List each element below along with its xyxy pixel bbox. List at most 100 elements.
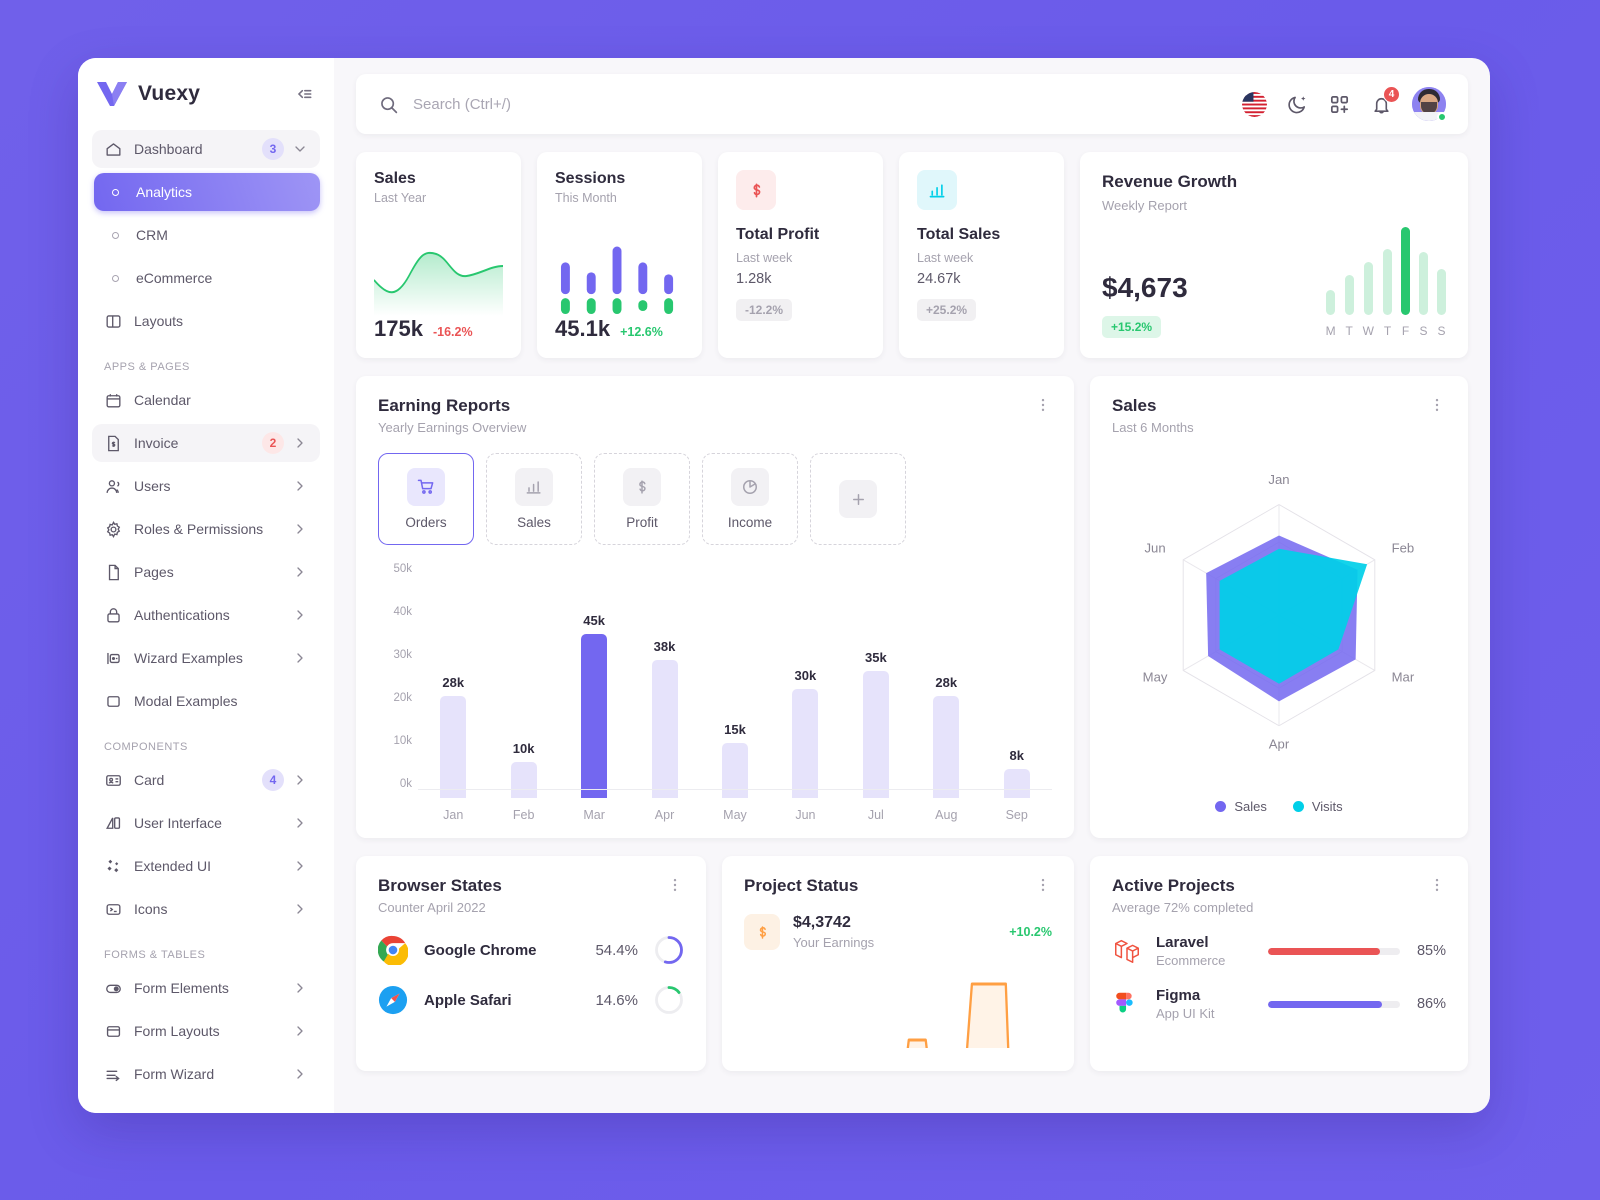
revenue-weekly-bar-chart: MTWTFSS <box>1326 213 1446 338</box>
sidebar-item-users[interactable]: Users <box>92 467 320 505</box>
collapse-sidebar-icon[interactable] <box>294 84 314 104</box>
sessions-stat-card[interactable]: Sessions This Month 45.1k +12.6% <box>537 152 702 358</box>
project-row-figma[interactable]: Figma App UI Kit 86% <box>1112 987 1446 1021</box>
users-icon <box>104 477 123 496</box>
search-icon <box>378 94 399 115</box>
sidebar-item-authentications[interactable]: Authentications <box>92 596 320 634</box>
search-container[interactable] <box>378 94 1242 115</box>
sidebar-item-wizard-examples[interactable]: Wizard Examples <box>92 639 320 677</box>
revenue-growth-card[interactable]: Revenue Growth Weekly Report $4,673 +15.… <box>1080 152 1468 358</box>
bell-icon[interactable]: 4 <box>1370 85 1400 116</box>
sidebar-item-label: Form Layouts <box>134 1023 220 1039</box>
browser-row-safari[interactable]: Apple Safari 14.6% <box>378 985 684 1015</box>
add-tab-button[interactable] <box>810 453 906 545</box>
card-title: Earning Reports <box>378 396 511 415</box>
sidebar-item-layouts[interactable]: Layouts <box>92 302 320 340</box>
tab-orders[interactable]: Orders <box>378 453 474 545</box>
stats-row: Sales Last Year 175k -16.2% Sessions Thi… <box>356 152 1468 358</box>
sidebar-item-card[interactable]: Card 4 <box>92 761 320 799</box>
tab-label: Profit <box>626 515 658 530</box>
more-vertical-icon[interactable] <box>666 876 684 894</box>
total-sales-card[interactable]: Total Sales Last week 24.67k +25.2% <box>899 152 1064 358</box>
bar-column[interactable]: 35k Jul <box>841 563 911 822</box>
project-row-laravel[interactable]: Laravel Ecommerce 85% <box>1112 934 1446 968</box>
sidebar-item-calendar[interactable]: Calendar <box>92 381 320 419</box>
chevron-right-icon[interactable] <box>292 1066 308 1082</box>
sidebar-item-pages[interactable]: Pages <box>92 553 320 591</box>
browser-row-chrome[interactable]: Google Chrome 54.4% <box>377 935 684 967</box>
bar-column[interactable]: 15k May <box>700 563 770 822</box>
project-name: Figma <box>1156 987 1201 1004</box>
tab-income[interactable]: Income <box>702 453 798 545</box>
revenue-bar-column: S <box>1419 213 1428 338</box>
sidebar-item-user-interface[interactable]: User Interface <box>92 804 320 842</box>
more-vertical-icon[interactable] <box>1034 396 1052 414</box>
sidebar-item-analytics[interactable]: Analytics <box>94 173 320 211</box>
home-icon <box>104 140 123 159</box>
sidebar-item-form-elements[interactable]: Form Elements <box>92 969 320 1007</box>
moon-icon[interactable] <box>1286 93 1309 116</box>
chevron-right-icon[interactable] <box>292 815 308 831</box>
us-flag-icon[interactable] <box>1242 91 1267 117</box>
sidebar-item-invoice[interactable]: Invoice 2 <box>92 424 320 462</box>
sessions-stat-footer: 45.1k +12.6% <box>555 316 684 342</box>
bar <box>1003 768 1030 798</box>
chevron-right-icon[interactable] <box>292 858 308 874</box>
sidebar-item-extended-ui[interactable]: Extended UI <box>92 847 320 885</box>
more-vertical-icon[interactable] <box>1428 876 1446 894</box>
radar-axis-label: Jan <box>1268 472 1289 487</box>
grid-plus-icon[interactable] <box>1328 93 1351 116</box>
project-status-chart <box>744 956 1052 1048</box>
browser-percent: 14.6% <box>595 991 638 1009</box>
sidebar-item-crm[interactable]: CRM <box>94 216 320 254</box>
user-avatar[interactable] <box>1412 87 1447 122</box>
sidebar-item-roles-permissions[interactable]: Roles & Permissions <box>92 510 320 548</box>
chevron-right-icon[interactable] <box>292 564 308 580</box>
tab-sales[interactable]: Sales <box>486 453 582 545</box>
sidebar-item-form-layouts[interactable]: Form Layouts <box>92 1012 320 1050</box>
bar-chart-icon <box>515 468 553 506</box>
bar-value-label: 28k <box>935 675 958 691</box>
chevron-down-icon[interactable] <box>292 141 308 157</box>
earning-reports-header: Earning Reports Yearly Earnings Overview <box>378 396 1052 435</box>
bar-column[interactable]: 38k Apr <box>629 563 699 822</box>
revenue-bar-label: S <box>1419 324 1428 338</box>
sidebar-item-label: Extended UI <box>134 858 212 874</box>
project-status-card: Project Status $4,3742 Your Earnings +10… <box>722 856 1074 1071</box>
sidebar-item-label: Form Wizard <box>134 1066 215 1082</box>
bar-column[interactable]: 8k Sep <box>982 563 1052 822</box>
bar-column[interactable]: 28k Jan <box>418 563 488 822</box>
chevron-right-icon[interactable] <box>292 772 308 788</box>
sidebar-item-ecommerce[interactable]: eCommerce <box>94 259 320 297</box>
sales-stat-card[interactable]: Sales Last Year 175k -16.2% <box>356 152 521 358</box>
y-tick-label: 50k <box>393 563 412 575</box>
sidebar-item-icons[interactable]: Icons <box>92 890 320 928</box>
more-vertical-icon[interactable] <box>1428 396 1446 414</box>
bar-column[interactable]: 10k Feb <box>488 563 558 822</box>
search-input[interactable] <box>413 95 813 113</box>
revenue-bar <box>1383 249 1392 315</box>
chevron-right-icon[interactable] <box>292 980 308 996</box>
chevron-right-icon[interactable] <box>292 607 308 623</box>
bar-column[interactable]: 30k Jun <box>770 563 840 822</box>
revenue-bar-column: F <box>1401 213 1410 338</box>
chevron-right-icon[interactable] <box>292 521 308 537</box>
chevron-right-icon[interactable] <box>292 1023 308 1039</box>
sidebar-item-form-wizard[interactable]: Form Wizard <box>92 1055 320 1093</box>
y-tick-label: 0k <box>399 778 412 790</box>
more-vertical-icon[interactable] <box>1034 876 1052 894</box>
total-profit-card[interactable]: Total Profit Last week 1.28k -12.2% <box>718 152 883 358</box>
sidebar-item-modal-examples[interactable]: Modal Examples <box>92 682 320 720</box>
bar-column[interactable]: 45k Mar <box>559 563 629 822</box>
sidebar-item-dashboard[interactable]: Dashboard 3 <box>92 130 320 168</box>
sidebar-item-label: User Interface <box>134 815 222 831</box>
sessions-value: 45.1k <box>555 316 611 341</box>
chevron-right-icon[interactable] <box>292 478 308 494</box>
tab-profit[interactable]: Profit <box>594 453 690 545</box>
chevron-right-icon[interactable] <box>292 901 308 917</box>
chevron-right-icon[interactable] <box>292 650 308 666</box>
chevron-right-icon[interactable] <box>292 435 308 451</box>
bar-column[interactable]: 28k Aug <box>911 563 981 822</box>
project-subtitle: Ecommerce <box>1156 953 1226 968</box>
sidebar-item-label: Card <box>134 772 165 788</box>
